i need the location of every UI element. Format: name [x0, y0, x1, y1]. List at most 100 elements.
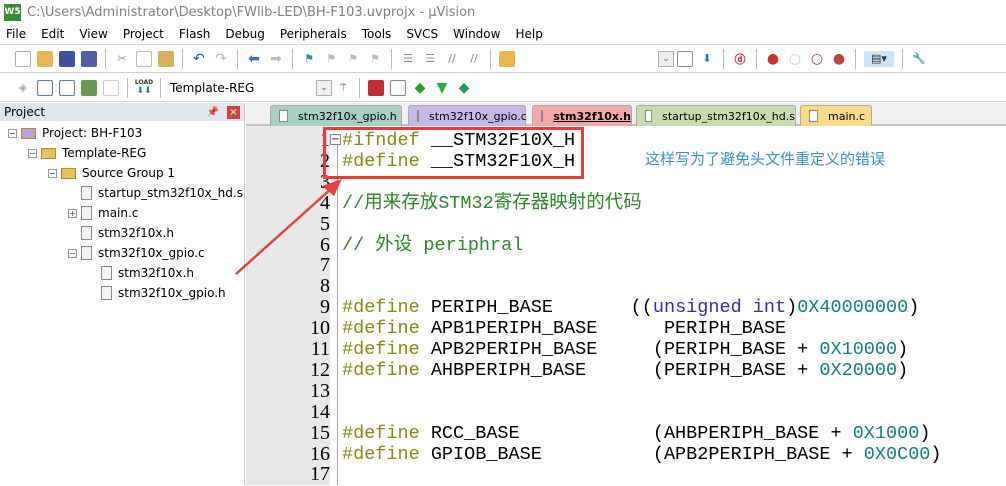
file-extensions-icon[interactable] — [368, 79, 384, 96]
close-panel-icon[interactable]: × — [227, 105, 240, 119]
code-token-pp: #define — [342, 422, 420, 444]
expand-icon[interactable]: + — [68, 208, 77, 218]
tree-item[interactable]: − stm32f10x_gpio.c — [68, 243, 205, 263]
manage-rte-icon[interactable]: ▼ — [434, 80, 450, 96]
tab-label: stm32f10x_gpio.h — [298, 109, 397, 123]
uvision-logo: W5 — [4, 3, 21, 21]
save-all-icon[interactable] — [81, 50, 97, 67]
menu-debug[interactable]: Debug — [225, 27, 264, 41]
menu-edit[interactable]: Edit — [41, 27, 64, 41]
code-token-tx: AHBPERIPH_BASE (PERIPH_BASE + — [419, 359, 820, 381]
line-number: 3 — [320, 170, 330, 193]
open-folder-icon[interactable] — [37, 50, 53, 67]
code-editor[interactable]: 1 2 3 4 5 6 7 8 9 10 11 12 13 14 15 16 17 #ifndef __STM3… — [246, 126, 1006, 485]
debug-session-icon[interactable]: ⓓ — [732, 51, 748, 67]
code-token-tx: ) — [786, 297, 798, 319]
breakpoint-icon[interactable]: ● — [765, 51, 781, 67]
manage-project-items-icon[interactable] — [390, 79, 406, 96]
disable-breakpoint-icon[interactable]: ○ — [787, 51, 803, 67]
pack-installer-icon[interactable]: ◆ — [456, 80, 472, 96]
collapse-icon[interactable]: − — [48, 168, 57, 178]
menu-window[interactable]: Window — [453, 27, 500, 41]
find-icon[interactable] — [677, 50, 693, 67]
menu-bar: File Edit View Project Flash Debug Peripherals… — [0, 24, 1006, 45]
incremental-find-icon[interactable]: ⬇ — [699, 51, 715, 67]
tree-item[interactable]: − Source Group 1 — [48, 163, 175, 183]
tab-stm32f10x-gpio-h[interactable]: stm32f10x_gpio.h — [270, 105, 402, 126]
window-layout-icon[interactable]: ▤▾ — [864, 50, 894, 67]
load-download-icon[interactable]: LOAD ⬇⬇ — [135, 79, 153, 96]
collapse-icon[interactable]: − — [28, 148, 37, 158]
menu-help[interactable]: Help — [515, 27, 542, 41]
next-bookmark-icon[interactable]: ⚑ — [345, 51, 361, 67]
nav-forward-icon[interactable]: ➡ — [268, 51, 284, 67]
menu-tools[interactable]: Tools — [362, 27, 392, 41]
tree-item[interactable]: stm32f10x.h — [68, 223, 174, 243]
tab-startup-stm32f10x-hd-s[interactable]: startup_stm32f10x_hd.s — [636, 105, 796, 126]
collapse-icon[interactable]: − — [68, 248, 77, 258]
copy-icon[interactable] — [136, 50, 152, 67]
paste-icon[interactable] — [158, 50, 174, 67]
indent-icon[interactable]: ☰ — [400, 51, 416, 67]
rebuild-icon[interactable] — [59, 79, 75, 96]
tree-item[interactable]: stm32f10x.h — [88, 263, 194, 283]
pin-icon[interactable]: 📌 — [207, 107, 219, 118]
code-line: #define PERIPH_BASE ((unsigned int)0X400… — [342, 297, 919, 318]
menu-peripherals[interactable]: Peripherals — [280, 27, 347, 41]
tab-stm32f10x-gpio-c[interactable]: stm32f10x_gpio.c — [408, 105, 527, 126]
tree-item[interactable]: stm32f10x_gpio.h — [88, 283, 226, 303]
unindent-icon[interactable]: ☰ — [422, 51, 438, 67]
uncomment-icon[interactable]: // — [466, 51, 482, 67]
tree-item-label: Source Group 1 — [82, 166, 176, 180]
line-number: 10 — [310, 317, 330, 340]
undo-icon[interactable]: ↶ — [191, 51, 207, 67]
menu-project[interactable]: Project — [123, 27, 164, 41]
disable-all-breakpoints-icon[interactable]: ○ — [809, 51, 825, 67]
tree-item[interactable]: startup_stm32f10x_hd.s — [68, 183, 243, 203]
line-number: 11 — [310, 338, 330, 360]
code-token-tx: APB1PERIPH_BASE PERIPH_BASE — [419, 318, 787, 340]
tab-main-c[interactable]: main.c — [800, 105, 872, 126]
prev-bookmark-icon[interactable]: ⚑ — [323, 51, 339, 67]
build-icon[interactable] — [37, 79, 53, 96]
tree-item[interactable]: + main.c — [68, 203, 138, 223]
cut-icon[interactable]: ✂ — [114, 51, 130, 67]
menu-file[interactable]: File — [6, 27, 26, 41]
target-dropdown-icon[interactable]: ⌄ — [316, 79, 332, 96]
code-token-tx: ) — [930, 443, 942, 465]
title-bar: W5 C:\Users\Administrator\Desktop\FWlib-… — [0, 0, 1006, 24]
target-options-wand-icon[interactable]: ⚚ — [335, 80, 351, 96]
line-number: 13 — [310, 379, 330, 402]
nav-back-icon[interactable]: ⬅ — [246, 51, 262, 67]
menu-svcs[interactable]: SVCS — [406, 27, 438, 41]
window-title: C:\Users\Administrator\Desktop\FWlib-LED… — [27, 4, 476, 20]
configure-wrench-icon[interactable]: 🔧 — [911, 51, 927, 67]
comment-icon[interactable]: // — [444, 51, 460, 67]
new-file-icon[interactable] — [15, 50, 31, 67]
target-select[interactable]: Template-REG — [166, 78, 316, 98]
tree-item[interactable]: − Project: BH-F103 — [8, 123, 142, 143]
save-icon[interactable] — [59, 50, 75, 67]
line-number: 4 — [320, 191, 330, 214]
line-number: 14 — [310, 400, 330, 423]
tab-stm32f10x-h[interactable]: stm32f10x.h — [532, 105, 632, 126]
stop-build-icon[interactable] — [103, 79, 119, 96]
kill-breakpoints-icon[interactable]: ● — [831, 51, 847, 67]
file-icon — [101, 266, 112, 280]
find-dropdown[interactable]: ⌄ — [658, 50, 674, 67]
bookmark-icon[interactable]: ⚑ — [301, 51, 317, 67]
batch-build-icon[interactable] — [81, 79, 97, 96]
code-token-tx: ) — [908, 297, 920, 319]
menu-view[interactable]: View — [79, 27, 107, 41]
project-panel: Project 📌 × − Project: BH-F103− Template-R… — [0, 103, 245, 485]
collapse-icon[interactable]: − — [8, 128, 17, 138]
select-packs-icon[interactable]: ◆ — [412, 80, 428, 96]
translate-icon[interactable]: ◈ — [15, 80, 31, 96]
tree-item[interactable]: − Template-REG — [28, 143, 146, 163]
menu-flash[interactable]: Flash — [179, 27, 210, 41]
find-in-files-icon[interactable] — [499, 50, 515, 67]
line-number: 16 — [310, 442, 330, 465]
clear-bookmarks-icon[interactable]: ⚑ — [367, 51, 383, 67]
redo-icon[interactable]: ↷ — [213, 51, 229, 67]
code-token-pp: #define — [342, 297, 420, 319]
